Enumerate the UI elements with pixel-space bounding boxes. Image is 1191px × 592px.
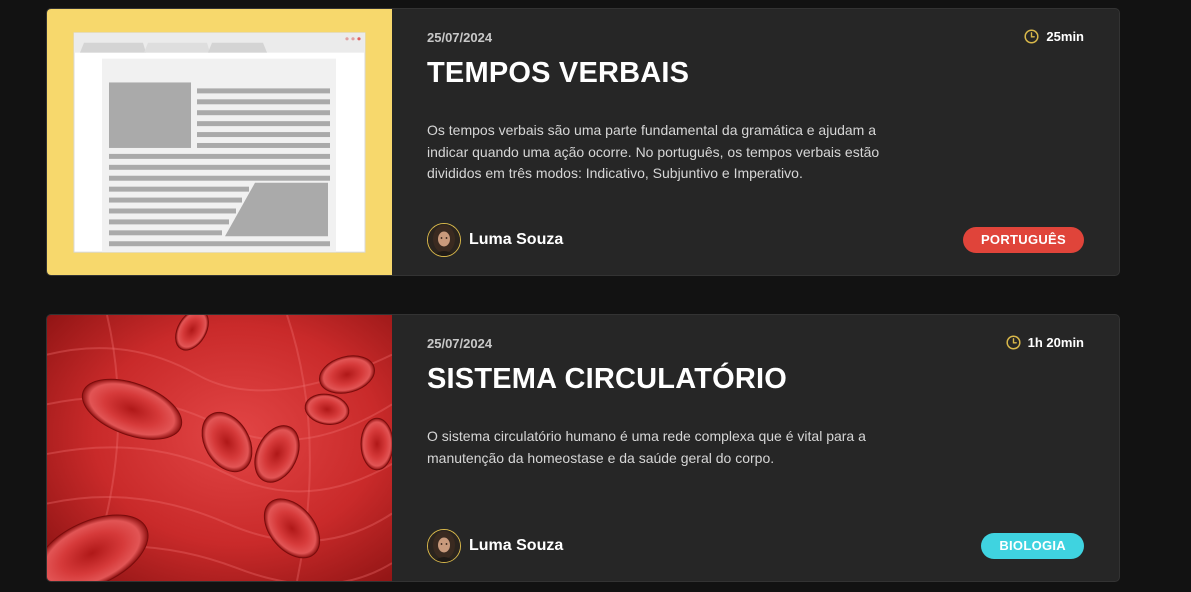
document-illustration bbox=[47, 9, 392, 275]
post-date: 25/07/2024 bbox=[427, 336, 493, 351]
duration-label: 1h 20min bbox=[1027, 335, 1084, 350]
post-card[interactable]: 25/07/2024 1h 20min SISTEMA CIRCULATÓRIO… bbox=[46, 314, 1120, 582]
post-description: O sistema circulatório humano é uma rede… bbox=[427, 428, 866, 466]
category-tag[interactable]: PORTUGUÊS bbox=[962, 227, 1084, 253]
category-tag[interactable]: BIOLOGIA bbox=[981, 533, 1084, 559]
post-card[interactable]: 25/07/2024 25min TEMPOS VERBAIS Os tempo… bbox=[46, 8, 1120, 276]
post-thumbnail[interactable] bbox=[47, 9, 392, 275]
author-name: Luma Souza bbox=[469, 537, 564, 554]
author-name: Luma Souza bbox=[469, 231, 564, 248]
clock-icon bbox=[1006, 335, 1021, 350]
clock-icon bbox=[1024, 29, 1039, 44]
post-thumbnail[interactable] bbox=[47, 315, 392, 581]
post-duration: 25min bbox=[1024, 29, 1084, 44]
post-author[interactable]: Luma Souza bbox=[427, 223, 563, 257]
post-duration: 1h 20min bbox=[1006, 335, 1084, 350]
post-author[interactable]: Luma Souza bbox=[427, 529, 563, 563]
post-description: Os tempos verbais são uma parte fundamen… bbox=[427, 122, 880, 181]
avatar bbox=[427, 223, 461, 257]
red-blood-cells-image bbox=[47, 315, 392, 581]
duration-label: 25min bbox=[1046, 29, 1084, 44]
avatar bbox=[427, 529, 461, 563]
post-title[interactable]: TEMPOS VERBAIS bbox=[427, 57, 689, 90]
post-date: 25/07/2024 bbox=[427, 30, 493, 45]
post-title[interactable]: SISTEMA CIRCULATÓRIO bbox=[427, 363, 787, 396]
